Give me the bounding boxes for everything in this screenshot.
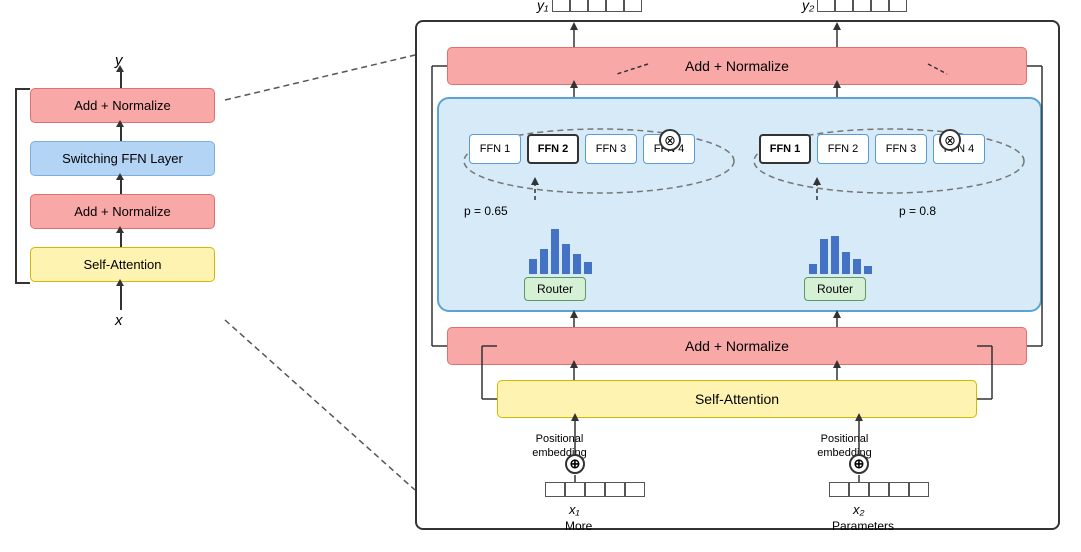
left-pos-emb-label: Positionalembedding xyxy=(522,432,597,461)
bar-4 xyxy=(562,244,570,274)
x1-cell-4 xyxy=(605,482,625,497)
rbar-1 xyxy=(809,264,817,274)
y1-cell-3 xyxy=(588,0,606,12)
arrow-3-head xyxy=(116,226,124,233)
right-y2-label: y₂ xyxy=(802,0,814,13)
arrow-x-up xyxy=(120,282,122,310)
right-y1-grid xyxy=(552,0,642,12)
left-ffn1: FFN 1 xyxy=(469,134,521,164)
left-ffn3: FFN 3 xyxy=(585,134,637,164)
y2-cell-2 xyxy=(835,0,853,12)
bar-6 xyxy=(584,262,592,274)
left-plus-circle: ⊕ xyxy=(565,454,585,474)
x2-cell-2 xyxy=(849,482,869,497)
left-bypass-top-h xyxy=(15,88,30,90)
y1-cell-2 xyxy=(570,0,588,12)
right-add-norm-mid: Add + Normalize xyxy=(447,327,1027,365)
x2-label: x₂ xyxy=(853,502,864,517)
arrow-2-head xyxy=(116,173,124,180)
right-outer-box: y₁ y₂ Add + Normalize xyxy=(415,20,1060,530)
left-add-norm-bot: Add + Normalize xyxy=(30,194,215,229)
x2-cell-3 xyxy=(869,482,889,497)
left-self-attn: Self-Attention xyxy=(30,247,215,282)
right-plus-circle: ⊕ xyxy=(849,454,869,474)
bar-3 xyxy=(551,229,559,274)
y2-cell-3 xyxy=(853,0,871,12)
blue-inner-box: FFN 1 FFN 2 FFN 3 FFN 4 ⊗ p = 0.65 xyxy=(437,97,1042,312)
x1-cell-1 xyxy=(545,482,565,497)
left-switching-ffn: Switching FFN Layer xyxy=(30,141,215,176)
right-ffn1-selected: FFN 1 xyxy=(759,134,811,164)
right-y1-label: y₁ xyxy=(537,0,548,13)
bar-5 xyxy=(573,254,581,274)
left-bypass-bot-h xyxy=(15,282,30,284)
right-ffn3: FFN 3 xyxy=(875,134,927,164)
right-pos-emb-label: Positionalembedding xyxy=(807,432,882,461)
x1-label: x₁ xyxy=(569,502,580,517)
x2-cell-5 xyxy=(909,482,929,497)
x2-cell-4 xyxy=(889,482,909,497)
right-multiply-icon: ⊗ xyxy=(939,129,961,151)
main-diagram: y Add + Normalize Switching FFN Layer Ad… xyxy=(0,0,1081,552)
y2-cell-5 xyxy=(889,0,907,12)
rbar-3 xyxy=(831,236,839,274)
x1-cell-5 xyxy=(625,482,645,497)
y1-cell-5 xyxy=(624,0,642,12)
y2-cell-4 xyxy=(871,0,889,12)
y1-cell-1 xyxy=(552,0,570,12)
right-p-label: p = 0.8 xyxy=(899,204,936,218)
left-add-norm-top: Add + Normalize xyxy=(30,88,215,123)
x1-cell-3 xyxy=(585,482,605,497)
arrow-x-head xyxy=(116,279,124,286)
rbar-4 xyxy=(842,252,850,274)
bar-2 xyxy=(540,249,548,274)
rbar-2 xyxy=(820,239,828,274)
right-add-norm-top: Add + Normalize xyxy=(447,47,1027,85)
left-bar-chart xyxy=(529,224,592,274)
right-ffn2: FFN 2 xyxy=(817,134,869,164)
parameters-label: Parameters xyxy=(832,519,894,533)
arrow-y-up-head xyxy=(116,65,124,72)
more-label: More xyxy=(565,519,592,533)
bar-1 xyxy=(529,259,537,274)
right-bar-chart xyxy=(809,224,872,274)
x1-cell-2 xyxy=(565,482,585,497)
rbar-5 xyxy=(853,259,861,274)
y2-cell-1 xyxy=(817,0,835,12)
left-x-label: x xyxy=(115,312,123,329)
right-y2-grid xyxy=(817,0,907,12)
left-p-label: p = 0.65 xyxy=(464,204,508,218)
left-multiply-icon: ⊗ xyxy=(659,129,681,151)
right-router-box: Router xyxy=(804,277,866,301)
x2-input-grid xyxy=(829,482,929,497)
right-self-attn: Self-Attention xyxy=(497,380,977,418)
x1-input-grid xyxy=(545,482,645,497)
y1-cell-4 xyxy=(606,0,624,12)
left-ffn2-selected: FFN 2 xyxy=(527,134,579,164)
left-router-box: Router xyxy=(524,277,586,301)
arrow-1-head xyxy=(116,120,124,127)
x2-cell-1 xyxy=(829,482,849,497)
rbar-6 xyxy=(864,266,872,274)
left-bypass-line xyxy=(15,88,17,282)
